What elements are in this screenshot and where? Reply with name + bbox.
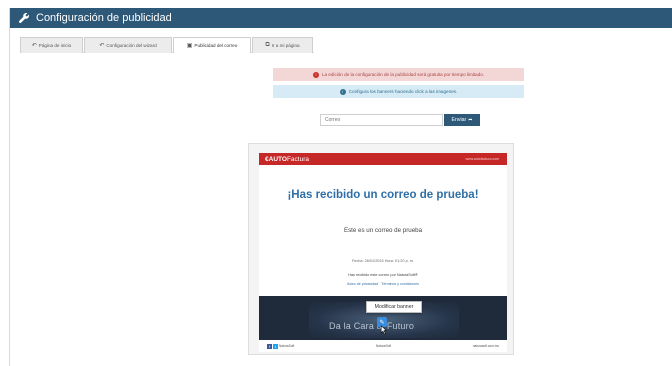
header-website: www.autofactura.com xyxy=(465,157,499,161)
email-input[interactable] xyxy=(320,114,443,126)
tab-configuracion-wizard[interactable]: ↶ Configuración del wizard xyxy=(84,37,172,53)
tab-label: Publicidad del correo xyxy=(194,43,238,48)
page-title: Configuración de publicidad xyxy=(36,12,172,24)
tab-publicidad-correo[interactable]: ▣ Publicidad del correo xyxy=(173,37,251,53)
autofactura-logo: €AUTOFactura xyxy=(265,155,309,163)
tab-label: Configuración del wizard xyxy=(106,43,157,48)
tab-label: Página de inicio xyxy=(38,43,72,48)
wrench-icon xyxy=(18,12,30,24)
banner-text: Da la Cara al Futuro xyxy=(329,321,415,331)
send-label: Enviar xyxy=(451,117,467,123)
email-note: Has recibido este correo por NaturaSoft® xyxy=(348,273,418,277)
back-arrow-icon: ↶ xyxy=(99,43,105,49)
info-icon: i xyxy=(339,88,346,95)
info-text: Configura los banners haciendo click a l… xyxy=(348,89,458,94)
email-header: €AUTOFactura www.autofactura.com xyxy=(259,153,507,165)
email-footer: f t NaturaSoft NaturaSoft naturasoft.com… xyxy=(259,340,507,352)
social-links: f t NaturaSoft xyxy=(267,343,295,349)
tab-bar: ↶ Página de inicio ↶ Configuración del w… xyxy=(20,37,314,53)
footer-website[interactable]: naturasoft.com.mx xyxy=(473,344,499,348)
tab-ir-mi-pagina[interactable]: ⧉ Ir a mi página xyxy=(252,37,313,53)
email-date: Fecha: 26/01/2015 Hora: 01:20 p. m. xyxy=(351,259,415,263)
modify-banner-button[interactable]: Modificar banner xyxy=(366,301,422,313)
warning-alert: ! La edición de la configuración de la p… xyxy=(273,68,524,81)
external-link-icon: ⧉ xyxy=(265,42,270,48)
email-preview: €AUTOFactura www.autofactura.com ¡Has re… xyxy=(248,143,514,355)
cursor-icon xyxy=(380,325,388,335)
send-icon: ➦ xyxy=(468,117,473,123)
social-name: NaturaSoft xyxy=(279,344,295,348)
title-bar: Configuración de publicidad xyxy=(10,8,672,28)
tab-pagina-inicio[interactable]: ↶ Página de inicio xyxy=(20,37,83,53)
info-alert: i Configura los banners haciendo click a… xyxy=(273,85,524,98)
email-links[interactable]: Aviso de privacidad · Términos y condici… xyxy=(259,282,507,286)
modify-banner-label: Modificar banner xyxy=(374,304,414,310)
warning-icon: ! xyxy=(312,71,319,78)
back-arrow-icon: ↶ xyxy=(31,43,37,49)
twitter-icon[interactable]: t xyxy=(273,343,278,349)
email-heading: ¡Has recibido un correo de prueba! xyxy=(287,189,479,201)
email-body: ¡Has recibido un correo de prueba! Este … xyxy=(259,165,507,352)
image-icon: ▣ xyxy=(186,43,193,49)
facebook-icon[interactable]: f xyxy=(267,343,272,349)
send-button[interactable]: Enviar ➦ xyxy=(444,114,480,126)
email-body-text: Este es un correo de prueba xyxy=(343,227,423,234)
warning-text: La edición de la configuración de la pub… xyxy=(321,72,485,77)
tab-label: Ir a mi página xyxy=(271,43,300,48)
footer-center-logo: NaturaSoft xyxy=(375,344,392,348)
